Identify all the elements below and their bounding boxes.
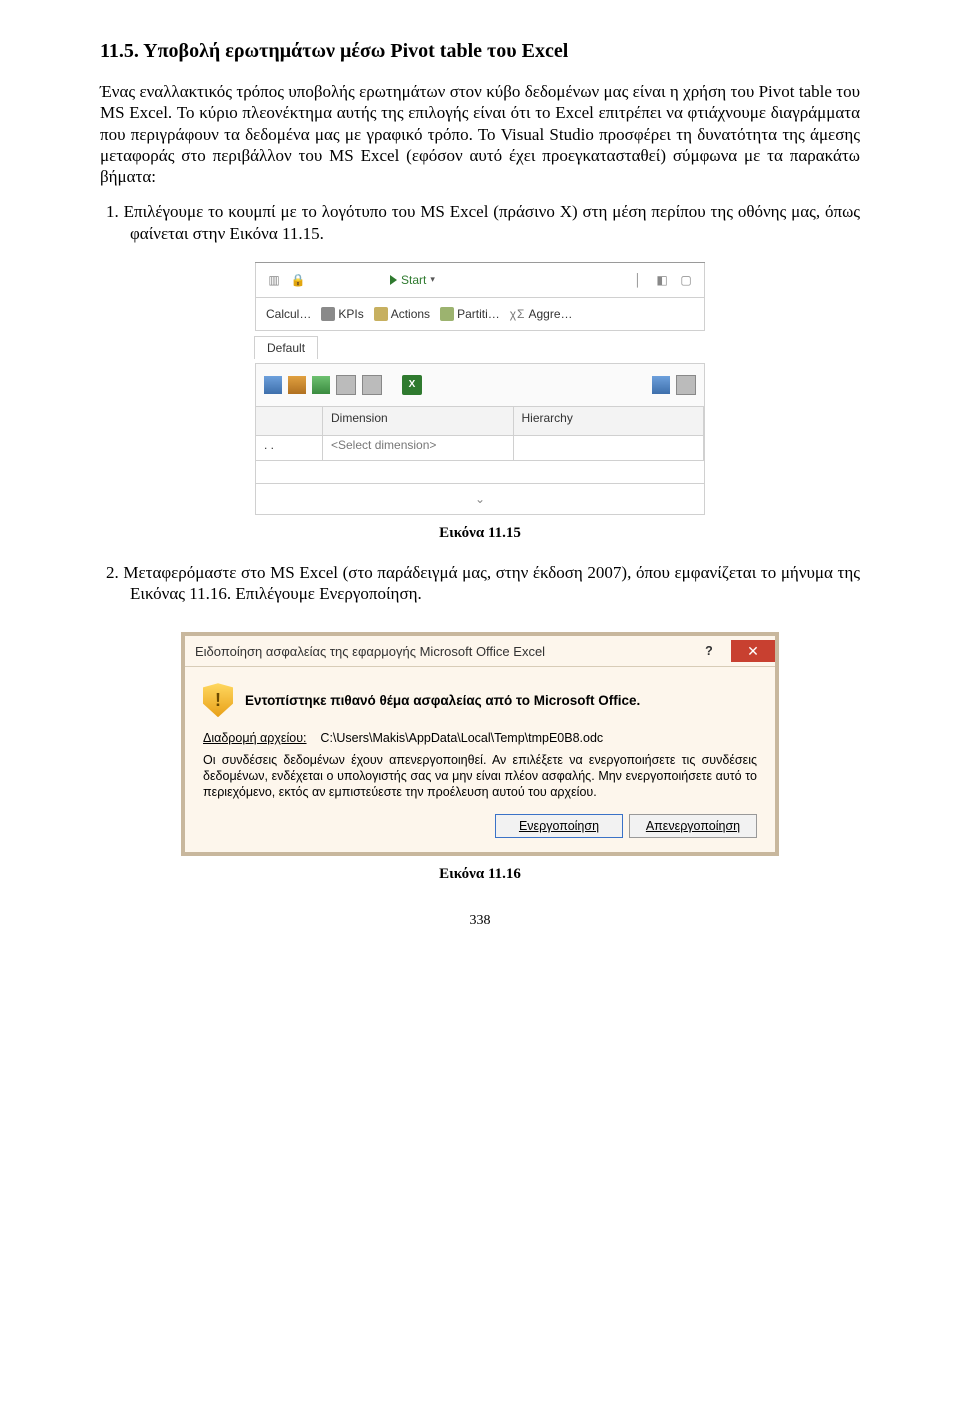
excel-icon[interactable]: X [402, 375, 422, 395]
col-hierarchy: Hierarchy [514, 407, 705, 435]
toolbar-icon-1: ▥ [266, 272, 282, 288]
step-1-num: 1. [106, 202, 119, 221]
dialog-heading: Εντοπίστηκε πιθανό θέμα ασφαλείας από το… [245, 693, 640, 708]
tool-icon-5[interactable] [362, 375, 382, 395]
tab-default[interactable]: Default [254, 336, 318, 359]
row-dots: . . [256, 436, 323, 460]
tab-partitions[interactable]: Partiti… [440, 307, 500, 321]
start-button[interactable]: Start ▾ [382, 271, 443, 289]
toolbar-icon-2: ◧ [654, 272, 670, 288]
dialog-message: Οι συνδέσεις δεδομένων έχουν απενεργοποι… [203, 753, 757, 800]
shield-icon: ! [203, 683, 233, 717]
tool-icon-2[interactable] [288, 376, 306, 394]
tab-aggregations-label: Aggre… [528, 307, 572, 321]
step-2: 2. Μεταφερόμαστε στο MS Excel (στο παράδ… [100, 562, 860, 605]
tool-icon-4[interactable] [336, 375, 356, 395]
step-2-text: Μεταφερόμαστε στο MS Excel (στο παράδειγ… [123, 563, 860, 603]
step-2-num: 2. [106, 563, 119, 582]
tab-aggregations[interactable]: χΣ Aggre… [510, 307, 573, 321]
tab-actions[interactable]: Actions [374, 307, 430, 321]
tab-calculations[interactable]: Calcul… [266, 307, 311, 321]
partitions-icon [440, 307, 454, 321]
tab-kpis-label: KPIs [338, 307, 363, 321]
page-number: 338 [100, 913, 860, 929]
enable-button[interactable]: Ενεργοποίηση [495, 814, 623, 838]
row-handle-header [256, 407, 323, 435]
actions-icon [374, 307, 388, 321]
figure-security-dialog: Ειδοποίηση ασφαλείας της εφαρμογής Micro… [181, 632, 779, 856]
tool-icon-r1[interactable] [652, 376, 670, 394]
tab-partitions-label: Partiti… [457, 307, 500, 321]
chevron-down-icon[interactable]: ⌄ [475, 492, 485, 506]
close-icon: ✕ [747, 643, 759, 660]
disable-button-label: Απενεργοποίηση [646, 819, 740, 833]
aggre-icon: χΣ [510, 307, 526, 321]
empty-row [255, 461, 705, 484]
enable-button-label: Ενεργοποίηση [519, 819, 599, 833]
figure-vs-toolbar: ▥ 🔒 Start ▾ │ ◧ ▢ Calcul… KPIs Actions P… [255, 262, 705, 515]
tab-actions-label: Actions [391, 307, 430, 321]
figure-caption-2: Εικόνα 11.16 [100, 866, 860, 883]
col-dimension: Dimension [323, 407, 514, 435]
disable-button[interactable]: Απενεργοποίηση [629, 814, 757, 838]
help-button[interactable]: ? [687, 644, 731, 658]
tool-icon-3[interactable] [312, 376, 330, 394]
dialog-title: Ειδοποίηση ασφαλείας της εφαρμογής Micro… [195, 644, 687, 659]
step-1-text: Επιλέγουμε το κουμπί με το λογότυπο του … [124, 202, 860, 242]
toolbar-sep: │ [630, 272, 646, 288]
intro-paragraph: Ένας εναλλακτικός τρόπος υποβολής ερωτημ… [100, 81, 860, 187]
caret-down-icon: ▾ [430, 274, 435, 285]
tab-calculations-label: Calcul… [266, 307, 311, 321]
step-1: 1. Επιλέγουμε το κουμπί με το λογότυπο τ… [100, 201, 860, 244]
lock-icon: 🔒 [290, 272, 306, 288]
select-dimension-cell[interactable]: <Select dimension> [323, 436, 514, 460]
kpis-icon [321, 307, 335, 321]
tool-icon-1[interactable] [264, 376, 282, 394]
file-path-value: C:\Users\Makis\AppData\Local\Temp\tmpE0B… [320, 731, 603, 745]
hierarchy-cell[interactable] [514, 436, 705, 460]
tab-kpis[interactable]: KPIs [321, 307, 363, 321]
figure-caption-1: Εικόνα 11.15 [100, 525, 860, 542]
tool-icon-r2[interactable] [676, 375, 696, 395]
close-button[interactable]: ✕ [731, 640, 775, 662]
start-label: Start [401, 273, 426, 287]
dialog-titlebar: Ειδοποίηση ασφαλείας της εφαρμογής Micro… [185, 636, 775, 666]
play-icon [390, 275, 397, 285]
file-path-line: Διαδρομή αρχείου: C:\Users\Makis\AppData… [203, 731, 757, 745]
section-heading: 11.5. Υποβολή ερωτημάτων μέσω Pivot tabl… [100, 40, 860, 63]
file-path-label: Διαδρομή αρχείου: [203, 731, 307, 745]
toolbar-icon-3: ▢ [678, 272, 694, 288]
